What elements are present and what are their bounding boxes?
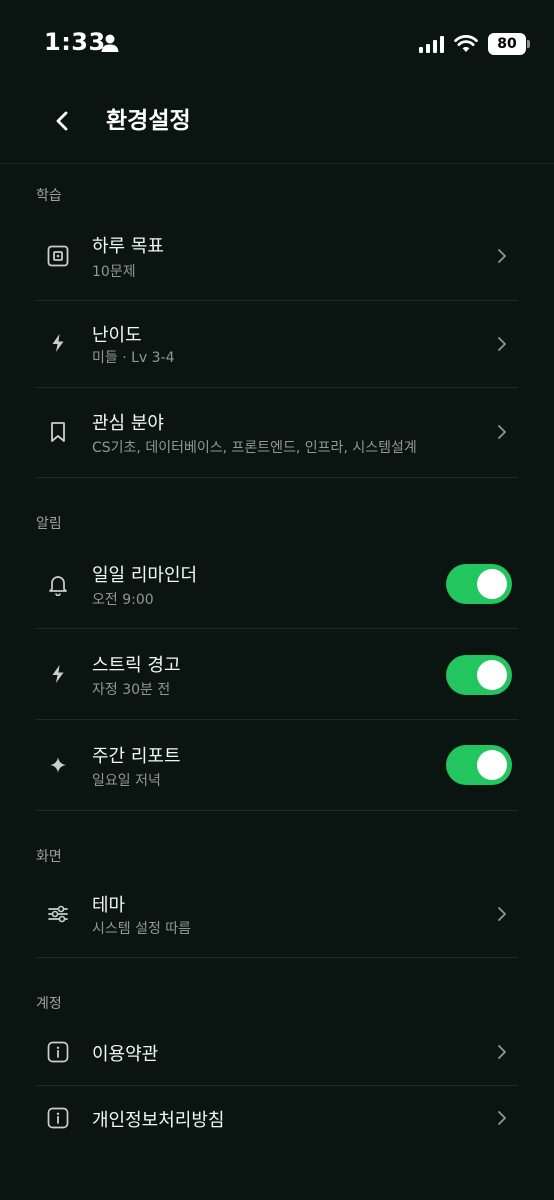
terms-row[interactable]: 이용약관 <box>36 1018 518 1086</box>
row-title: 개인정보처리방침 <box>92 1110 225 1131</box>
section-header-learning: 학습 <box>36 188 62 204</box>
back-button[interactable] <box>44 98 80 144</box>
sliders-icon <box>46 902 70 926</box>
bell-icon <box>46 573 70 597</box>
bookmark-icon <box>46 420 70 444</box>
info-icon <box>46 1106 70 1130</box>
battery-icon: 80 <box>488 33 530 55</box>
toggle-knob <box>477 660 507 690</box>
row-subtitle: 일요일 저녁 <box>92 773 161 789</box>
target-icon <box>46 244 70 268</box>
toggle-knob <box>477 569 507 599</box>
streak-warning-toggle[interactable] <box>446 655 512 695</box>
row-title: 하루 목표 <box>92 236 164 257</box>
difficulty-row[interactable]: 난이도 미들 · Lv 3-4 <box>36 301 518 388</box>
row-subtitle: 오전 9:00 <box>92 592 154 608</box>
cellular-signal-icon <box>419 35 444 53</box>
theme-row[interactable]: 테마 시스템 설정 따름 <box>36 870 518 958</box>
privacy-policy-row[interactable]: 개인정보처리방침 <box>36 1086 518 1154</box>
streak-warning-row: 스트릭 경고 자정 30분 전 <box>36 629 518 720</box>
section-header-display: 화면 <box>36 849 62 865</box>
wifi-icon <box>454 35 478 52</box>
chevron-right-icon <box>498 907 506 921</box>
section-header-account: 계정 <box>36 996 62 1012</box>
toggle-knob <box>477 750 507 780</box>
status-bar: 1:33 80 <box>0 0 554 88</box>
sparkle-icon <box>46 753 70 777</box>
status-time: 1:33 <box>44 28 106 56</box>
row-subtitle: 10문제 <box>92 264 136 280</box>
weekly-report-toggle[interactable] <box>446 745 512 785</box>
settings-screen: 1:33 80 환경설정 학습 하루 목표 10문제 난이도 미들 · Lv 3… <box>0 0 554 1200</box>
row-title: 난이도 <box>92 325 142 346</box>
row-subtitle: 시스템 설정 따름 <box>92 921 192 937</box>
person-icon <box>101 34 119 52</box>
row-title: 관심 분야 <box>92 413 164 434</box>
row-title: 주간 리포트 <box>92 746 181 767</box>
bolt-icon <box>46 662 70 686</box>
battery-level: 80 <box>497 36 517 52</box>
chevron-right-icon <box>498 425 506 439</box>
chevron-right-icon <box>498 249 506 263</box>
page-title: 환경설정 <box>106 108 191 134</box>
row-title: 스트릭 경고 <box>92 655 181 676</box>
info-icon <box>46 1040 70 1064</box>
row-subtitle: CS기초, 데이터베이스, 프론트엔드, 인프라, 시스템설계 <box>92 440 417 456</box>
chevron-right-icon <box>498 337 506 351</box>
header: 환경설정 <box>0 88 554 164</box>
row-title: 일일 리마인더 <box>92 565 198 586</box>
interests-row[interactable]: 관심 분야 CS기초, 데이터베이스, 프론트엔드, 인프라, 시스템설계 <box>36 388 518 478</box>
daily-reminder-row: 일일 리마인더 오전 9:00 <box>36 539 518 629</box>
status-indicators: 80 <box>419 32 530 56</box>
chevron-right-icon <box>498 1111 506 1125</box>
bolt-icon <box>46 331 70 355</box>
daily-goal-row[interactable]: 하루 목표 10문제 <box>36 210 518 301</box>
daily-reminder-toggle[interactable] <box>446 564 512 604</box>
section-header-notifications: 알림 <box>36 516 62 532</box>
row-title: 이용약관 <box>92 1044 159 1065</box>
row-title: 테마 <box>92 895 126 916</box>
row-subtitle: 미들 · Lv 3-4 <box>92 350 175 366</box>
weekly-report-row: 주간 리포트 일요일 저녁 <box>36 720 518 811</box>
chevron-right-icon <box>498 1045 506 1059</box>
chevron-left-icon <box>56 111 68 131</box>
row-subtitle: 자정 30분 전 <box>92 682 171 698</box>
